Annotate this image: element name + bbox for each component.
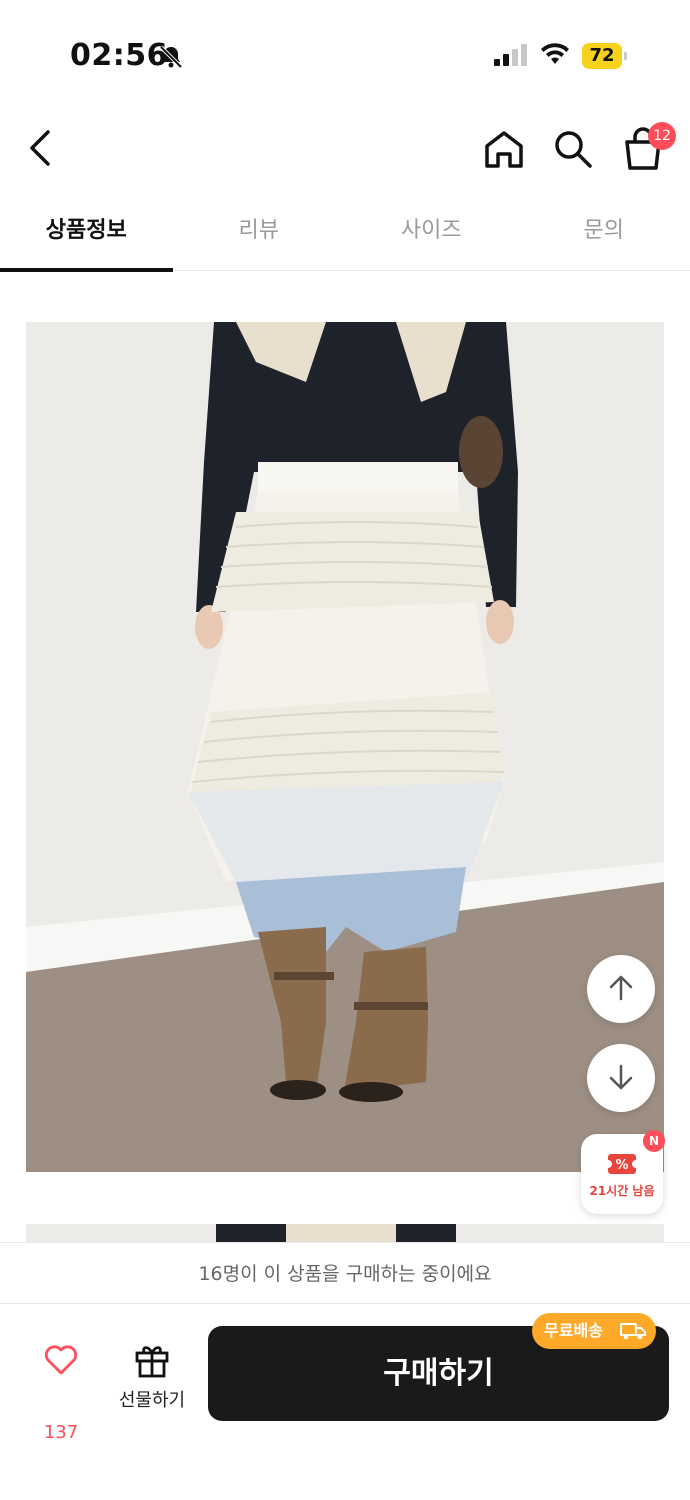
status-bar: 02:56 72 (0, 0, 690, 100)
truck-icon (620, 1323, 646, 1340)
product-photo (26, 322, 664, 1172)
coupon-new-badge: N (643, 1130, 665, 1152)
purchase-notice: 16명이 이 상품을 구매하는 중이에요 (0, 1242, 690, 1304)
free-shipping-label: 무료배송 (544, 1321, 603, 1340)
search-icon[interactable] (552, 128, 594, 170)
like-count: 137 (43, 1422, 79, 1443)
tab-size[interactable]: 사이즈 (345, 195, 518, 270)
like-button[interactable]: 137 (28, 1344, 94, 1443)
gift-label: 선물하기 (118, 1390, 186, 1411)
gift-button[interactable]: 선물하기 (110, 1342, 194, 1414)
arrow-down-icon (609, 1064, 633, 1090)
cellular-signal-icon (494, 44, 527, 66)
gift-icon (135, 1346, 169, 1378)
arrow-up-icon (609, 975, 633, 1001)
coupon-time-left: 21시간 남음 (589, 1184, 655, 1198)
nav-bar (0, 100, 690, 195)
heart-icon (44, 1345, 78, 1375)
free-shipping-badge: 무료배송 (532, 1313, 656, 1349)
battery-indicator: 72 (582, 43, 628, 69)
bell-off-icon (159, 45, 183, 69)
coupon-icon: % (607, 1154, 637, 1174)
scroll-bottom-button[interactable] (587, 1044, 655, 1112)
home-icon[interactable] (482, 128, 526, 172)
back-icon[interactable] (22, 128, 62, 168)
tab-bar: 상품정보 리뷰 사이즈 문의 (0, 195, 690, 272)
battery-level: 72 (589, 45, 615, 66)
tab-reviews[interactable]: 리뷰 (173, 195, 346, 270)
cart-count-badge: 12 (648, 122, 676, 150)
tab-product-info[interactable]: 상품정보 (0, 195, 173, 272)
status-time: 02:56 (70, 38, 168, 73)
tab-inquiry[interactable]: 문의 (518, 195, 690, 270)
scroll-top-button[interactable] (587, 955, 655, 1023)
wifi-icon (541, 43, 569, 64)
svg-text:%: % (615, 1158, 628, 1173)
